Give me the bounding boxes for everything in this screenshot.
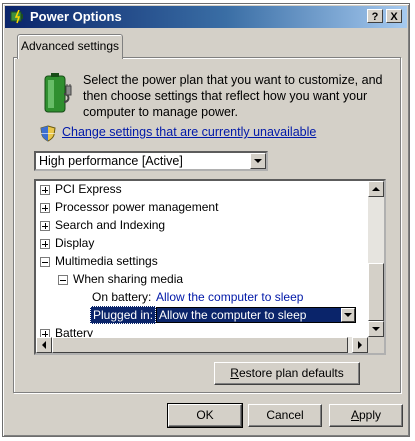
on-battery-label: On battery: <box>92 290 152 304</box>
tree-item-label: Multimedia settings <box>55 254 158 268</box>
scroll-up-button[interactable] <box>368 181 384 197</box>
vertical-scrollbar[interactable] <box>368 181 384 337</box>
tree-item-label: Display <box>55 236 95 250</box>
intro-text: Select the power plan that you want to c… <box>83 73 383 119</box>
tree-item-when-sharing-media[interactable]: When sharing media <box>36 270 366 288</box>
expand-icon[interactable] <box>40 185 50 195</box>
cancel-button[interactable]: Cancel <box>248 404 322 427</box>
window-title: Power Options <box>30 9 122 24</box>
tree-item-on-battery[interactable]: On battery: Allow the computer to sleep <box>36 288 366 306</box>
chevron-down-icon[interactable] <box>250 153 266 169</box>
apply-button[interactable]: Apply <box>329 404 403 427</box>
tree-item-label: When sharing media <box>73 272 184 286</box>
power-options-dialog: Power Options ? X Advanced settings Sele… <box>2 3 410 437</box>
tree-item-display[interactable]: Display <box>36 234 366 252</box>
scroll-down-button[interactable] <box>368 321 384 337</box>
scrollbar-corner <box>368 337 384 353</box>
uac-shield-icon <box>40 125 56 142</box>
tree-item-label: Processor power management <box>55 200 219 214</box>
arrow-left-icon <box>42 341 46 349</box>
plugged-in-label: Plugged in: <box>90 306 157 324</box>
tree-item-pci-express[interactable]: PCI Express <box>36 181 366 198</box>
arrow-down-icon <box>372 327 380 331</box>
restore-mnemonic: R <box>230 366 239 380</box>
power-options-icon <box>10 10 23 24</box>
tab-advanced-settings[interactable]: Advanced settings <box>17 34 123 59</box>
advanced-settings-panel: Select the power plan that you want to c… <box>13 57 401 393</box>
apply-mnemonic: A <box>350 408 359 422</box>
tree-item-label: Search and Indexing <box>55 218 166 232</box>
scroll-left-button[interactable] <box>36 337 52 353</box>
tree-item-search-and-indexing[interactable]: Search and Indexing <box>36 216 366 234</box>
title-bar[interactable]: Power Options ? X <box>5 6 407 28</box>
close-button[interactable]: X <box>386 9 402 23</box>
collapse-icon[interactable] <box>58 275 68 285</box>
horizontal-scroll-thumb[interactable] <box>52 337 348 353</box>
expand-icon[interactable] <box>40 203 50 213</box>
expand-icon[interactable] <box>40 221 50 231</box>
plugged-in-value: Allow the computer to sleep <box>159 308 307 322</box>
plugged-in-select[interactable]: Allow the computer to sleep <box>156 307 356 323</box>
restore-label: estore plan defaults <box>238 366 344 380</box>
change-settings-link[interactable]: Change settings that are currently unava… <box>62 125 316 139</box>
tree-item-multimedia-settings[interactable]: Multimedia settings <box>36 252 366 270</box>
settings-tree[interactable]: PCI Express Processor power management S… <box>34 179 386 355</box>
tree-item-processor-power-management[interactable]: Processor power management <box>36 198 366 216</box>
chevron-down-icon[interactable] <box>341 308 355 322</box>
on-battery-value[interactable]: Allow the computer to sleep <box>156 288 303 306</box>
horizontal-scrollbar[interactable] <box>36 337 368 353</box>
battery-plug-icon <box>44 73 72 113</box>
collapse-icon[interactable] <box>40 257 50 267</box>
arrow-right-icon <box>358 341 362 349</box>
arrow-up-icon <box>372 187 380 191</box>
power-plan-value: High performance [Active] <box>39 154 183 168</box>
expand-icon[interactable] <box>40 239 50 249</box>
apply-label: pply <box>359 408 382 422</box>
vertical-scroll-thumb[interactable] <box>368 263 384 321</box>
help-button[interactable]: ? <box>367 9 383 23</box>
ok-button[interactable]: OK <box>167 403 243 428</box>
restore-plan-defaults-button[interactable]: Restore plan defaults <box>214 362 360 385</box>
tree-item-label: PCI Express <box>55 182 122 196</box>
scroll-right-button[interactable] <box>352 337 368 353</box>
power-plan-select[interactable]: High performance [Active] <box>34 151 268 171</box>
tree-item-plugged-in[interactable]: Plugged in: Allow the computer to sleep <box>36 306 366 324</box>
